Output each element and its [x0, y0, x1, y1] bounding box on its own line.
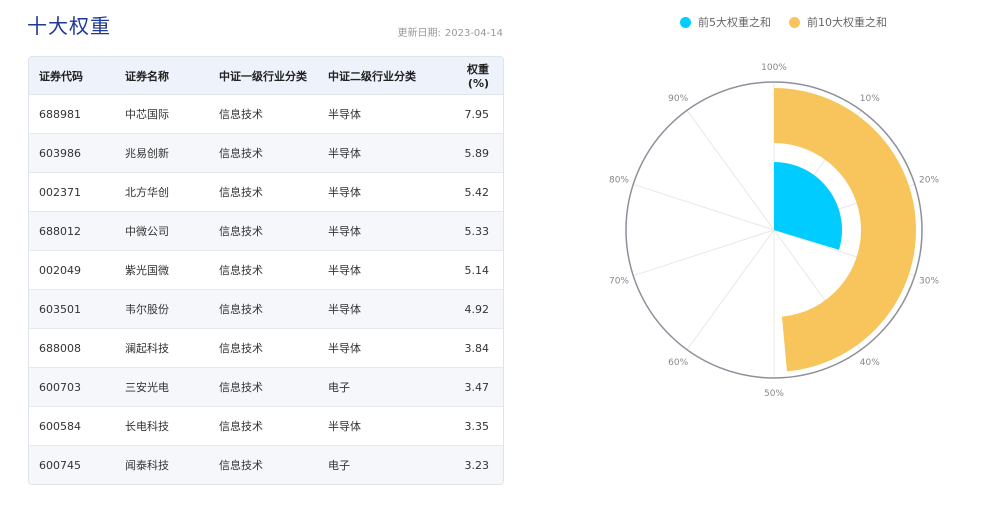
- cell-level2-industry: 半导体: [318, 94, 438, 134]
- cell-level1-industry: 信息技术: [209, 445, 318, 484]
- cell-name: 北方华创: [115, 172, 209, 212]
- cell-name: 澜起科技: [115, 328, 209, 368]
- chart-legend: 前5大权重之和 前10大权重之和: [680, 14, 905, 30]
- bar-top5-sum[interactable]: [774, 162, 842, 250]
- cell-weight: 3.35: [438, 406, 503, 446]
- cell-name: 兆易创新: [115, 133, 209, 173]
- cell-code: 002049: [29, 250, 115, 290]
- cell-code: 603986: [29, 133, 115, 173]
- cell-weight: 3.47: [438, 367, 503, 407]
- grid-spoke: [633, 229, 775, 277]
- table-row: 688012 中微公司 信息技术 半导体 5.33: [29, 211, 503, 251]
- update-date: 更新日期: 2023-04-14: [394, 24, 504, 39]
- cell-name: 中芯国际: [115, 94, 209, 134]
- cell-name: 长电科技: [115, 406, 209, 446]
- cell-weight: 5.89: [438, 133, 503, 173]
- cell-level1-industry: 信息技术: [209, 367, 318, 407]
- cell-name: 中微公司: [115, 211, 209, 251]
- column-header-level1-industry: 中证一级行业分类: [209, 57, 318, 95]
- cell-level1-industry: 信息技术: [209, 172, 318, 212]
- legend-item-top5[interactable]: 前5大权重之和: [680, 14, 771, 30]
- table-row: 600584 长电科技 信息技术 半导体 3.35: [29, 406, 503, 446]
- legend-label-top10: 前10大权重之和: [807, 16, 887, 29]
- cell-code: 002371: [29, 172, 115, 212]
- angle-tick-label: 60%: [668, 358, 688, 368]
- table-row: 688981 中芯国际 信息技术 半导体 7.95: [29, 94, 503, 134]
- angle-tick-label: 70%: [609, 276, 629, 286]
- cell-level2-industry: 半导体: [318, 211, 438, 251]
- cell-weight: 4.92: [438, 289, 503, 329]
- cell-level1-industry: 信息技术: [209, 406, 318, 446]
- cell-level2-industry: 半导体: [318, 172, 438, 212]
- cell-weight: 7.95: [438, 94, 503, 134]
- cell-level2-industry: 半导体: [318, 289, 438, 329]
- angle-tick-label: 10%: [860, 94, 880, 104]
- column-header-name: 证券名称: [115, 57, 209, 95]
- holdings-table: 证券代码 证券名称 中证一级行业分类 中证二级行业分类 权重(%) 688981…: [28, 56, 504, 485]
- legend-marker-top5: [680, 16, 691, 28]
- table-row: 002371 北方华创 信息技术 半导体 5.42: [29, 172, 503, 212]
- grid-spoke: [686, 229, 775, 351]
- table-body: 688981 中芯国际 信息技术 半导体 7.95 603986 兆易创新 信息技术 半导体 5.…: [29, 94, 503, 484]
- table-row: 600703 三安光电 信息技术 电子 3.47: [29, 367, 503, 407]
- angle-tick-label: 20%: [919, 176, 939, 186]
- cell-name: 三安光电: [115, 367, 209, 407]
- cell-weight: 5.14: [438, 250, 503, 290]
- cell-name: 闻泰科技: [115, 445, 209, 484]
- column-header-level2-industry: 中证二级行业分类: [318, 57, 438, 95]
- legend-marker-top10: [789, 16, 800, 28]
- update-date-value: 2023-04-14: [444, 28, 503, 39]
- angle-tick-label: 40%: [860, 358, 880, 368]
- cell-level1-industry: 信息技术: [209, 94, 318, 134]
- column-header-weight: 权重(%): [438, 57, 503, 95]
- cell-code: 600584: [29, 406, 115, 446]
- cell-weight: 5.33: [438, 211, 503, 251]
- table-row: 603501 韦尔股份 信息技术 半导体 4.92: [29, 289, 503, 329]
- cell-code: 688008: [29, 328, 115, 368]
- cell-level2-industry: 电子: [318, 367, 438, 407]
- cell-level2-industry: 电子: [318, 445, 438, 484]
- cell-level1-industry: 信息技术: [209, 133, 318, 173]
- angle-tick-label: 90%: [668, 94, 688, 104]
- cell-weight: 5.42: [438, 172, 503, 212]
- legend-item-top10[interactable]: 前10大权重之和: [789, 14, 887, 30]
- column-header-code: 证券代码: [29, 57, 115, 95]
- table-row: 603986 兆易创新 信息技术 半导体 5.89: [29, 133, 503, 173]
- table-row: 002049 紫光国微 信息技术 半导体 5.14: [29, 250, 503, 290]
- legend-label-top5: 前5大权重之和: [698, 16, 771, 29]
- cell-weight: 3.23: [438, 445, 503, 484]
- angle-tick-label: 100%: [761, 63, 787, 73]
- cell-name: 紫光国微: [115, 250, 209, 290]
- cell-level1-industry: 信息技术: [209, 250, 318, 290]
- polar-bar-chart: 100% 10% 20% 30% 40% 50% 60% 70% 80% 90%: [609, 63, 939, 399]
- cell-name: 韦尔股份: [115, 289, 209, 329]
- angle-tick-label: 30%: [919, 276, 939, 286]
- cell-level1-industry: 信息技术: [209, 328, 318, 368]
- angle-tick-label: 50%: [764, 389, 784, 399]
- cell-level2-industry: 半导体: [318, 328, 438, 368]
- grid-spoke: [633, 183, 775, 231]
- cell-level2-industry: 半导体: [318, 133, 438, 173]
- cell-code: 688012: [29, 211, 115, 251]
- cell-level1-industry: 信息技术: [209, 211, 318, 251]
- cell-weight: 3.84: [438, 328, 503, 368]
- angle-tick-label: 80%: [609, 176, 629, 186]
- chart-bars: [774, 88, 916, 372]
- page-title: 十大权重: [27, 14, 111, 38]
- cell-code: 600703: [29, 367, 115, 407]
- cell-level1-industry: 信息技术: [209, 289, 318, 329]
- cell-level2-industry: 半导体: [318, 250, 438, 290]
- table-row: 688008 澜起科技 信息技术 半导体 3.84: [29, 328, 503, 368]
- grid-spoke: [686, 109, 775, 231]
- update-date-label: 更新日期:: [397, 28, 441, 39]
- table-header-row: 证券代码 证券名称 中证一级行业分类 中证二级行业分类 权重(%): [29, 57, 503, 95]
- cell-code: 600745: [29, 445, 115, 484]
- cell-code: 603501: [29, 289, 115, 329]
- cell-code: 688981: [29, 94, 115, 134]
- cell-level2-industry: 半导体: [318, 406, 438, 446]
- table-row: 600745 闻泰科技 信息技术 电子 3.23: [29, 445, 503, 484]
